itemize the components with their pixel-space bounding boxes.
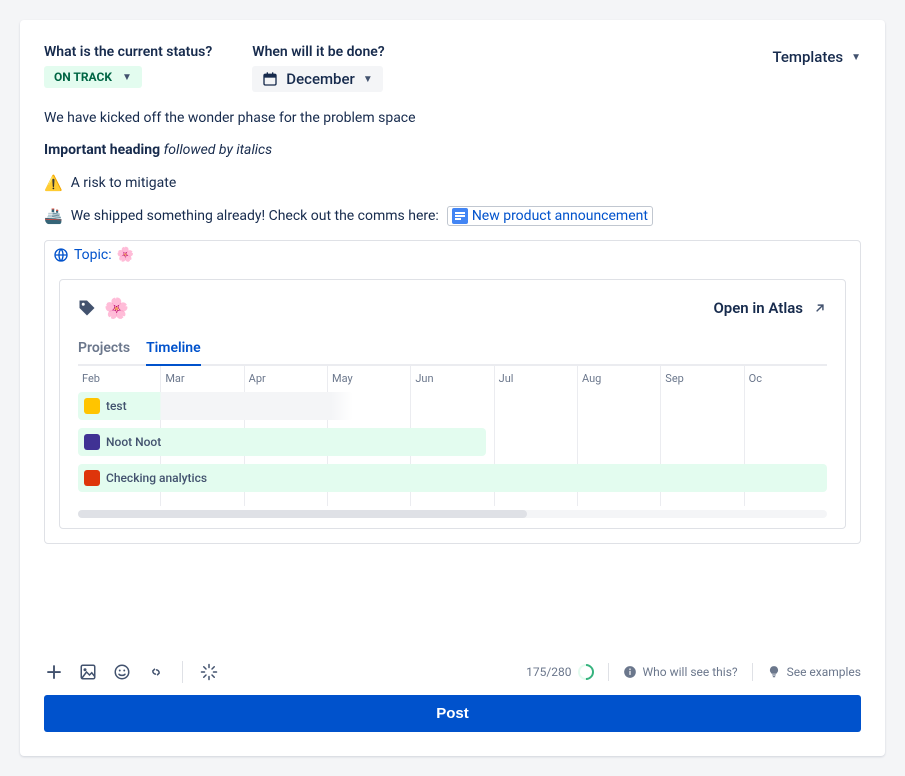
embed-card: Topic: 🌸 🌸 Open in Atlas Projects T: [44, 240, 861, 544]
emoji-button[interactable]: [112, 662, 132, 682]
who-sees-link[interactable]: Who will see this?: [623, 665, 738, 679]
status-value: ON TRACK: [54, 70, 112, 84]
timeline-row: Checking analytics: [78, 464, 827, 492]
tab-timeline[interactable]: Timeline: [146, 334, 201, 364]
char-count-text: 175/280: [526, 665, 571, 679]
doc-icon: [452, 208, 468, 224]
image-button[interactable]: [78, 662, 98, 682]
risk-text: A risk to mitigate: [71, 175, 177, 191]
embed-topic-link[interactable]: Topic: 🌸: [45, 241, 860, 269]
timeline-bar-label: Checking analytics: [106, 471, 207, 485]
embed-title-row: 🌸: [78, 296, 129, 320]
horizontal-scrollbar[interactable]: [78, 510, 827, 518]
chevron-down-icon: ▼: [851, 52, 861, 63]
image-icon: [79, 663, 97, 681]
link-button[interactable]: [146, 662, 166, 682]
plus-icon: [45, 663, 63, 681]
footer-divider: [608, 663, 609, 681]
timeline-row: Noot Noot: [78, 428, 827, 456]
templates-dropdown[interactable]: Templates ▼: [772, 44, 861, 70]
date-dropdown[interactable]: December ▼: [252, 66, 382, 92]
document-link[interactable]: New product announcement: [447, 206, 653, 226]
topic-emoji: 🌸: [117, 247, 134, 263]
editor-content[interactable]: We have kicked off the wonder phase for …: [44, 110, 861, 544]
lightbulb-icon: [767, 665, 781, 679]
paragraph: We have kicked off the wonder phase for …: [44, 110, 861, 126]
bold-text: Important heading: [44, 142, 160, 158]
topic-prefix: Topic:: [74, 247, 112, 263]
scrollbar-thumb[interactable]: [78, 510, 527, 518]
examples-link[interactable]: See examples: [767, 665, 861, 679]
ship-line: 🚢 We shipped something already! Check ou…: [44, 206, 861, 226]
timeline-bar-label: test: [106, 399, 127, 413]
project-icon: [84, 470, 100, 486]
project-icon: [84, 434, 100, 450]
loading-icon: [200, 663, 218, 681]
timeline-row: test: [78, 392, 827, 420]
toolbar-divider: [182, 661, 183, 683]
status-question: What is the current status?: [44, 44, 212, 60]
post-button[interactable]: Post: [44, 695, 861, 732]
examples-text: See examples: [787, 665, 861, 679]
risk-line: ⚠️ A risk to mitigate: [44, 174, 861, 192]
flower-icon: 🌸: [104, 296, 129, 320]
status-dropdown[interactable]: ON TRACK ▼: [44, 66, 142, 88]
who-sees-text: Who will see this?: [643, 665, 738, 679]
ship-text: We shipped something already! Check out …: [71, 208, 439, 224]
progress-circle-icon: [574, 661, 597, 684]
add-button[interactable]: [44, 662, 64, 682]
date-question: When will it be done?: [252, 44, 384, 60]
paragraph: Important heading followed by italics: [44, 142, 861, 158]
tab-projects[interactable]: Projects: [78, 334, 130, 364]
calendar-icon: [262, 71, 278, 87]
info-icon: [623, 665, 637, 679]
timeline-bar[interactable]: Noot Noot: [78, 428, 486, 456]
external-link-icon: [813, 301, 827, 315]
char-count: 175/280: [526, 664, 593, 680]
date-value: December: [286, 70, 355, 88]
italic-text: followed by italics: [164, 142, 273, 158]
open-atlas-label: Open in Atlas: [713, 299, 803, 317]
embed-body: 🌸 Open in Atlas Projects Timeline FebMar…: [59, 279, 846, 529]
embed-tabs: Projects Timeline: [78, 334, 827, 366]
templates-label: Templates: [772, 48, 843, 66]
timeline-bar-label: Noot Noot: [106, 435, 161, 449]
chevron-down-icon: ▼: [122, 72, 132, 83]
chevron-down-icon: ▼: [363, 74, 373, 85]
ship-icon: 🚢: [44, 207, 63, 225]
status-group: What is the current status? ON TRACK ▼: [44, 44, 212, 88]
loading-button[interactable]: [199, 662, 219, 682]
doc-link-text: New product announcement: [472, 208, 648, 224]
footer-divider: [752, 663, 753, 681]
timeline-chart: FebMarAprMayJunJulAugSepOctestNoot NootC…: [78, 366, 827, 506]
open-in-atlas-link[interactable]: Open in Atlas: [713, 299, 827, 317]
link-icon: [147, 663, 165, 681]
globe-icon: [53, 247, 69, 263]
warning-icon: ⚠️: [44, 174, 63, 192]
tag-icon: [78, 299, 96, 317]
date-group: When will it be done? December ▼: [252, 44, 384, 92]
emoji-icon: [113, 663, 131, 681]
timeline-bar[interactable]: Checking analytics: [78, 464, 827, 492]
editor-toolbar: 175/280 Who will see this? See examples: [44, 647, 861, 683]
project-icon: [84, 398, 100, 414]
timeline-bar[interactable]: test: [78, 392, 353, 420]
